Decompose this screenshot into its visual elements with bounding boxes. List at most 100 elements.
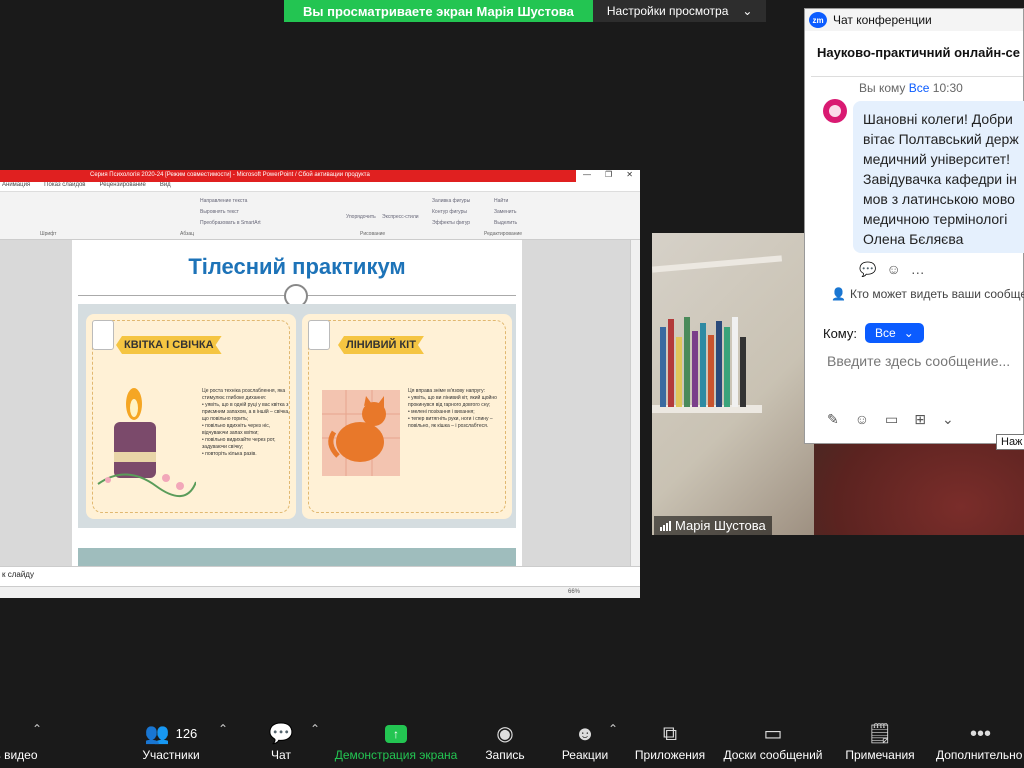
university-logo-icon [92, 320, 114, 350]
book [700, 323, 706, 407]
toolbar-label: ь видео [0, 748, 38, 762]
chat-icon: 💬 [268, 723, 294, 745]
emoji-icon[interactable]: ☺ [855, 411, 869, 428]
chevron-up-icon[interactable]: ⌃ [32, 722, 42, 736]
viewing-screen-label: Вы просматриваете экран Марія Шустова [284, 0, 593, 22]
stop-video-button[interactable]: ь видео [0, 712, 42, 768]
ppt-notes-pane: к слайду [0, 566, 640, 586]
toolbar-label: Чат [271, 748, 291, 762]
book [732, 317, 738, 407]
chevron-up-icon[interactable]: ⌃ [218, 722, 228, 736]
book [724, 327, 730, 407]
visibility-text: Кто может видеть ваши сообще [849, 287, 1024, 301]
chevron-down-icon[interactable]: ⌄ [942, 411, 954, 428]
ribbon-command: Заменить [494, 209, 517, 215]
more-button[interactable]: ••• Дополнительно [936, 712, 1024, 768]
chevron-down-icon: ⌄ [903, 326, 914, 340]
meeting-name: Науково-практичний онлайн-се [817, 45, 1021, 60]
maximize-icon: ❐ [605, 170, 613, 179]
add-reaction-icon[interactable]: ☺ [886, 261, 900, 278]
ppt-vertical-scrollbar [630, 240, 640, 566]
book [684, 317, 690, 407]
chevron-down-icon: ⌄ [742, 4, 753, 18]
books [656, 311, 752, 407]
participants-count: 126 [175, 726, 198, 741]
ppt-tab: Рецензирование [99, 182, 146, 188]
ppt-tab: Анимация [2, 182, 31, 188]
cat-illustration-icon [322, 390, 400, 476]
screen-share-banner: Вы просматриваете экран Марія Шустова На… [284, 0, 767, 22]
shelf [652, 255, 783, 273]
view-settings-button[interactable]: Настройки просмотра ⌄ [592, 0, 767, 22]
ribbon-command: Направление текста [200, 198, 248, 204]
card-heading: ЛІНИВИЙ КІТ [338, 336, 424, 354]
card-text: Це роста техніка розслаблення, яка стиму… [202, 388, 290, 457]
toolbar-label: Демонстрация экрана [334, 748, 458, 762]
book [676, 337, 682, 407]
record-button[interactable]: ◉ Запись [482, 712, 528, 768]
toolbar-label: Доски сообщений [723, 748, 823, 762]
tooltip: Наж [996, 434, 1024, 450]
reactions-icon: ☻ [574, 723, 596, 745]
whiteboard-icon: ▭ [763, 723, 783, 745]
more-icon[interactable]: … [911, 261, 925, 278]
ppt-tab: Показ слайдов [44, 182, 86, 188]
participant-name: Марія Шустова [675, 518, 766, 533]
whiteboards-button[interactable]: ▭ Доски сообщений [720, 712, 826, 768]
card-text: Ця вправа зніме м'язову напругу: • уявіт… [408, 388, 497, 429]
candle-illustration-icon [97, 388, 196, 497]
ribbon-command: Преобразовать в SmartArt [200, 220, 261, 226]
toolbar-label: Участники [142, 748, 200, 762]
chevron-up-icon[interactable]: ⌃ [608, 722, 618, 736]
ppt-window-controls: — ❐ ✕ [576, 170, 640, 182]
share-screen-button[interactable]: ↑ Демонстрация экрана [330, 712, 462, 768]
recipient-dropdown[interactable]: Все ⌄ [865, 323, 924, 343]
visibility-notice[interactable]: 👤 Кто может видеть ваши сообще [831, 287, 1024, 301]
share-screen-icon: ↑ [385, 725, 407, 743]
chat-button[interactable]: 💬 Чат [264, 712, 298, 768]
signal-strength-icon [660, 520, 671, 531]
chat-toolbar: ✎ ☺ ▭ ⊞ ⌄ [827, 411, 954, 428]
ribbon-group-label: Редактирование [484, 231, 523, 237]
message-to: Все [908, 81, 930, 95]
slide-canvas: Тілесний практикум КВІТКА І СВІЧКА Це ро… [0, 240, 630, 566]
reactions-button[interactable]: ☻ Реакции [560, 712, 610, 768]
ribbon-command: Контур фигуры [432, 209, 467, 215]
slide-footer-band [78, 548, 516, 566]
toolbar-label: Дополнительно [936, 748, 1023, 762]
minimize-icon: — [583, 170, 592, 179]
book [668, 319, 674, 407]
screenshot-icon[interactable]: ⊞ [914, 411, 926, 428]
ribbon-command: Выровнять текст [200, 209, 239, 215]
reply-icon[interactable]: 💬 [859, 261, 876, 278]
more-icon: ••• [970, 723, 992, 745]
ppt-ribbon: Направление текста Выровнять текст Преоб… [0, 192, 640, 240]
ppt-tab: Вид [159, 182, 171, 188]
notes-button[interactable]: 🗒 Примечания [842, 712, 918, 768]
recipient-value: Все [875, 326, 896, 340]
message-input[interactable]: Введите здесь сообщение... [827, 353, 1010, 369]
ribbon-command: Найти [494, 198, 509, 204]
slide: Тілесний практикум КВІТКА І СВІЧКА Це ро… [72, 240, 522, 566]
toolbar-label: Запись [485, 748, 525, 762]
ribbon-command: Упорядочить [346, 214, 376, 220]
close-icon: ✕ [626, 170, 633, 179]
ribbon-command: Заливка фигуры [432, 198, 471, 204]
chevron-up-icon[interactable]: ⌃ [310, 722, 320, 736]
zoom-level: 66% [567, 589, 580, 595]
participants-button[interactable]: 👥 126 Участники [138, 712, 204, 768]
format-text-icon[interactable]: ✎ [827, 411, 839, 428]
book [692, 331, 698, 407]
ppt-title-bar: Серия Психологія 2020-24 [Режим совмести… [0, 170, 640, 182]
divider [811, 76, 1023, 77]
toolbar-label: Реакции [561, 748, 609, 762]
university-logo-icon [308, 320, 330, 350]
apps-button[interactable]: ⧉ Приложения [632, 712, 708, 768]
file-icon[interactable]: ▭ [885, 411, 898, 428]
book [708, 335, 714, 407]
meeting-toolbar: ь видео ⌃ 👥 126 Участники ⌃ 💬 Чат ⌃ ↑ Де… [0, 712, 1024, 768]
participant-name-tag: Марія Шустова [654, 516, 772, 535]
share-icon-wrap: ↑ [385, 720, 407, 748]
view-settings-label: Настройки просмотра [606, 4, 729, 18]
lazy-cat-card: ЛІНИВИЙ КІТ Ця вправа зніме м'язову напр… [302, 314, 512, 519]
